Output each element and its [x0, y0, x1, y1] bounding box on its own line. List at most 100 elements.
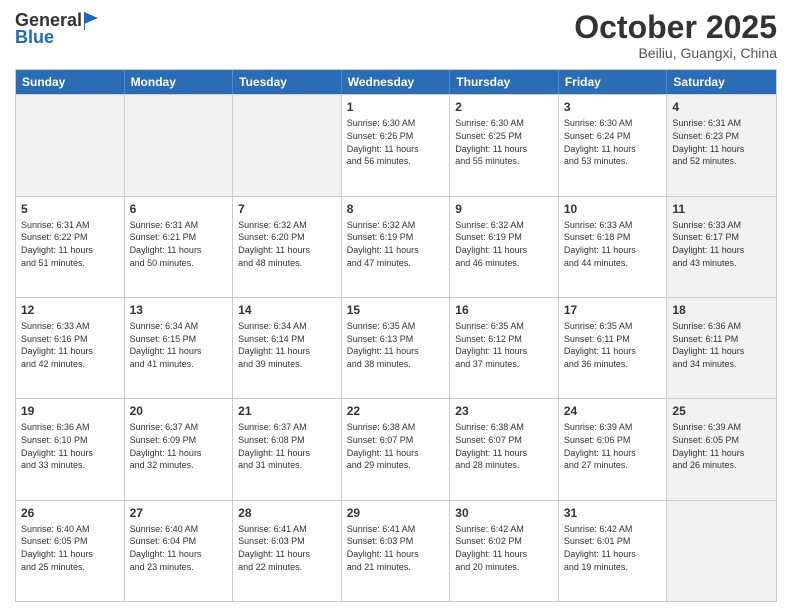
day-number: 27	[130, 505, 228, 521]
day-info: Sunrise: 6:36 AM Sunset: 6:10 PM Dayligh…	[21, 421, 119, 471]
day-info: Sunrise: 6:33 AM Sunset: 6:17 PM Dayligh…	[672, 219, 771, 269]
calendar-body: 1 Sunrise: 6:30 AM Sunset: 6:26 PM Daylig…	[16, 94, 776, 601]
day-number: 8	[347, 201, 445, 217]
calendar-day-15: 15 Sunrise: 6:35 AM Sunset: 6:13 PM Dayli…	[342, 298, 451, 398]
calendar-row-3: 12Sunrise: 6:33 AM Sunset: 6:16 PM Dayli…	[16, 297, 776, 398]
day-info: Sunrise: 6:41 AM Sunset: 6:03 PM Dayligh…	[347, 523, 445, 573]
calendar-day-26: 26 Sunrise: 6:40 AM Sunset: 6:05 PM Dayli…	[16, 501, 125, 601]
calendar-day-10: 10Sunrise: 6:33 AM Sunset: 6:18 PM Dayli…	[559, 197, 668, 297]
day-info: Sunrise: 6:40 AM Sunset: 6:04 PM Dayligh…	[130, 523, 228, 573]
calendar-day-4: 4 Sunrise: 6:31 AM Sunset: 6:23 PM Daylig…	[667, 95, 776, 195]
day-info: Sunrise: 6:33 AM Sunset: 6:16 PM Dayligh…	[21, 320, 119, 370]
calendar-row-5: 26 Sunrise: 6:40 AM Sunset: 6:05 PM Dayli…	[16, 500, 776, 601]
calendar-row-2: 5 Sunrise: 6:31 AM Sunset: 6:22 PM Daylig…	[16, 196, 776, 297]
day-info: Sunrise: 6:36 AM Sunset: 6:11 PM Dayligh…	[672, 320, 771, 370]
day-info: Sunrise: 6:32 AM Sunset: 6:19 PM Dayligh…	[455, 219, 553, 269]
calendar: SundayMondayTuesdayWednesdayThursdayFrid…	[15, 69, 777, 602]
calendar-day-3: 3Sunrise: 6:30 AM Sunset: 6:24 PM Daylig…	[559, 95, 668, 195]
day-info: Sunrise: 6:37 AM Sunset: 6:09 PM Dayligh…	[130, 421, 228, 471]
day-info: Sunrise: 6:42 AM Sunset: 6:01 PM Dayligh…	[564, 523, 662, 573]
month-title: October 2025	[574, 10, 777, 45]
day-info: Sunrise: 6:30 AM Sunset: 6:24 PM Dayligh…	[564, 117, 662, 167]
day-number: 17	[564, 302, 662, 318]
day-number: 21	[238, 403, 336, 419]
day-info: Sunrise: 6:33 AM Sunset: 6:18 PM Dayligh…	[564, 219, 662, 269]
calendar-day-27: 27 Sunrise: 6:40 AM Sunset: 6:04 PM Dayli…	[125, 501, 234, 601]
day-info: Sunrise: 6:39 AM Sunset: 6:06 PM Dayligh…	[564, 421, 662, 471]
day-info: Sunrise: 6:42 AM Sunset: 6:02 PM Dayligh…	[455, 523, 553, 573]
day-number: 15	[347, 302, 445, 318]
day-info: Sunrise: 6:39 AM Sunset: 6:05 PM Dayligh…	[672, 421, 771, 471]
day-header-tuesday: Tuesday	[233, 70, 342, 94]
day-number: 1	[347, 99, 445, 115]
calendar-day-2: 2Sunrise: 6:30 AM Sunset: 6:25 PM Daylig…	[450, 95, 559, 195]
day-info: Sunrise: 6:32 AM Sunset: 6:20 PM Dayligh…	[238, 219, 336, 269]
day-header-wednesday: Wednesday	[342, 70, 451, 94]
calendar-day-19: 19 Sunrise: 6:36 AM Sunset: 6:10 PM Dayli…	[16, 399, 125, 499]
day-info: Sunrise: 6:38 AM Sunset: 6:07 PM Dayligh…	[347, 421, 445, 471]
day-number: 5	[21, 201, 119, 217]
day-info: Sunrise: 6:41 AM Sunset: 6:03 PM Dayligh…	[238, 523, 336, 573]
calendar-day-21: 21 Sunrise: 6:37 AM Sunset: 6:08 PM Dayli…	[233, 399, 342, 499]
day-info: Sunrise: 6:34 AM Sunset: 6:15 PM Dayligh…	[130, 320, 228, 370]
day-number: 29	[347, 505, 445, 521]
calendar-day-14: 14Sunrise: 6:34 AM Sunset: 6:14 PM Dayli…	[233, 298, 342, 398]
location: Beiliu, Guangxi, China	[574, 45, 777, 61]
calendar-empty-cell	[16, 95, 125, 195]
calendar-day-30: 30Sunrise: 6:42 AM Sunset: 6:02 PM Dayli…	[450, 501, 559, 601]
calendar-day-9: 9 Sunrise: 6:32 AM Sunset: 6:19 PM Daylig…	[450, 197, 559, 297]
day-info: Sunrise: 6:31 AM Sunset: 6:21 PM Dayligh…	[130, 219, 228, 269]
day-number: 4	[672, 99, 771, 115]
day-header-saturday: Saturday	[667, 70, 776, 94]
calendar-day-24: 24 Sunrise: 6:39 AM Sunset: 6:06 PM Dayli…	[559, 399, 668, 499]
day-number: 23	[455, 403, 553, 419]
calendar-day-1: 1 Sunrise: 6:30 AM Sunset: 6:26 PM Daylig…	[342, 95, 451, 195]
day-number: 18	[672, 302, 771, 318]
calendar-empty-cell	[125, 95, 234, 195]
calendar-day-18: 18 Sunrise: 6:36 AM Sunset: 6:11 PM Dayli…	[667, 298, 776, 398]
day-info: Sunrise: 6:31 AM Sunset: 6:22 PM Dayligh…	[21, 219, 119, 269]
day-info: Sunrise: 6:37 AM Sunset: 6:08 PM Dayligh…	[238, 421, 336, 471]
day-number: 22	[347, 403, 445, 419]
day-number: 7	[238, 201, 336, 217]
calendar-day-6: 6 Sunrise: 6:31 AM Sunset: 6:21 PM Daylig…	[125, 197, 234, 297]
day-info: Sunrise: 6:38 AM Sunset: 6:07 PM Dayligh…	[455, 421, 553, 471]
page-header: General Blue October 2025 Beiliu, Guangx…	[15, 10, 777, 61]
calendar-day-29: 29 Sunrise: 6:41 AM Sunset: 6:03 PM Dayli…	[342, 501, 451, 601]
title-block: October 2025 Beiliu, Guangxi, China	[574, 10, 777, 61]
day-number: 28	[238, 505, 336, 521]
calendar-day-23: 23 Sunrise: 6:38 AM Sunset: 6:07 PM Dayli…	[450, 399, 559, 499]
day-header-thursday: Thursday	[450, 70, 559, 94]
calendar-day-22: 22 Sunrise: 6:38 AM Sunset: 6:07 PM Dayli…	[342, 399, 451, 499]
day-number: 31	[564, 505, 662, 521]
day-number: 19	[21, 403, 119, 419]
calendar-day-20: 20 Sunrise: 6:37 AM Sunset: 6:09 PM Dayli…	[125, 399, 234, 499]
day-number: 24	[564, 403, 662, 419]
calendar-day-31: 31 Sunrise: 6:42 AM Sunset: 6:01 PM Dayli…	[559, 501, 668, 601]
calendar-day-5: 5 Sunrise: 6:31 AM Sunset: 6:22 PM Daylig…	[16, 197, 125, 297]
logo: General Blue	[15, 10, 106, 48]
day-info: Sunrise: 6:31 AM Sunset: 6:23 PM Dayligh…	[672, 117, 771, 167]
day-info: Sunrise: 6:35 AM Sunset: 6:13 PM Dayligh…	[347, 320, 445, 370]
calendar-day-7: 7 Sunrise: 6:32 AM Sunset: 6:20 PM Daylig…	[233, 197, 342, 297]
day-number: 6	[130, 201, 228, 217]
day-info: Sunrise: 6:30 AM Sunset: 6:26 PM Dayligh…	[347, 117, 445, 167]
calendar-header: SundayMondayTuesdayWednesdayThursdayFrid…	[16, 70, 776, 94]
calendar-empty-cell	[233, 95, 342, 195]
day-number: 9	[455, 201, 553, 217]
day-number: 20	[130, 403, 228, 419]
calendar-day-13: 13 Sunrise: 6:34 AM Sunset: 6:15 PM Dayli…	[125, 298, 234, 398]
day-number: 26	[21, 505, 119, 521]
calendar-day-16: 16Sunrise: 6:35 AM Sunset: 6:12 PM Dayli…	[450, 298, 559, 398]
day-info: Sunrise: 6:34 AM Sunset: 6:14 PM Dayligh…	[238, 320, 336, 370]
day-number: 11	[672, 201, 771, 217]
calendar-day-8: 8Sunrise: 6:32 AM Sunset: 6:19 PM Daylig…	[342, 197, 451, 297]
calendar-day-25: 25Sunrise: 6:39 AM Sunset: 6:05 PM Dayli…	[667, 399, 776, 499]
day-number: 13	[130, 302, 228, 318]
calendar-empty-cell	[667, 501, 776, 601]
day-info: Sunrise: 6:40 AM Sunset: 6:05 PM Dayligh…	[21, 523, 119, 573]
day-header-monday: Monday	[125, 70, 234, 94]
calendar-day-28: 28 Sunrise: 6:41 AM Sunset: 6:03 PM Dayli…	[233, 501, 342, 601]
day-info: Sunrise: 6:30 AM Sunset: 6:25 PM Dayligh…	[455, 117, 553, 167]
day-info: Sunrise: 6:35 AM Sunset: 6:12 PM Dayligh…	[455, 320, 553, 370]
